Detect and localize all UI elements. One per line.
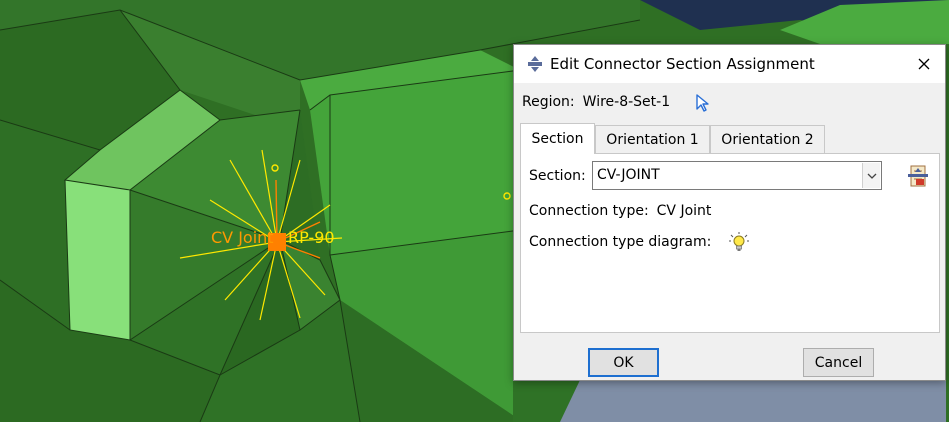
connection-diagram-label: Connection type diagram: <box>529 234 712 250</box>
connector-label: CV Joint <box>211 228 274 247</box>
section-manager-icon[interactable] <box>906 163 930 189</box>
chevron-down-icon[interactable] <box>862 163 880 188</box>
reference-point-label: RP-90 <box>288 228 335 247</box>
cursor-arrow-icon[interactable] <box>695 94 711 112</box>
region-row: Region: Wire-8-Set-1 <box>522 94 670 110</box>
edit-connector-section-dialog: Edit Connector Section Assignment Region… <box>513 44 946 381</box>
tab-orientation-1[interactable]: Orientation 1 <box>595 125 710 153</box>
tab-section[interactable]: Section <box>520 123 595 154</box>
section-select-value: CV-JOINT <box>597 167 660 183</box>
connector-section-icon <box>525 54 545 74</box>
region-value: Wire-8-Set-1 <box>582 94 671 110</box>
section-tab-panel: Section: CV-JOINT Connection type: CV Joi… <box>520 153 940 333</box>
connection-type-value: CV Joint <box>656 203 712 219</box>
dialog-title: Edit Connector Section Assignment <box>550 55 815 73</box>
close-button[interactable] <box>911 51 937 77</box>
section-select[interactable]: CV-JOINT <box>592 161 882 190</box>
region-label: Region: <box>522 94 575 110</box>
ok-button[interactable]: OK <box>588 348 659 377</box>
cancel-button[interactable]: Cancel <box>803 348 874 377</box>
close-icon <box>918 58 930 70</box>
dialog-titlebar[interactable]: Edit Connector Section Assignment <box>514 45 945 83</box>
tab-orientation-2[interactable]: Orientation 2 <box>710 125 825 153</box>
lightbulb-icon[interactable] <box>728 231 750 253</box>
connection-type-row: Connection type: CV Joint <box>529 203 711 219</box>
connection-type-label: Connection type: <box>529 203 649 219</box>
section-label: Section: <box>529 168 586 184</box>
